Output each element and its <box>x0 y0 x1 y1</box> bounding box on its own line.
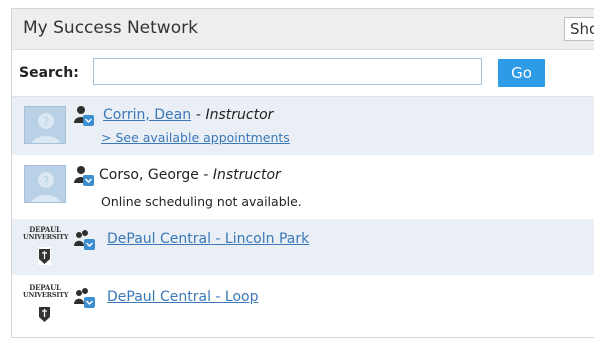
group-options-icon[interactable] <box>74 229 96 251</box>
success-network-panel: My Success Network Sho Search: Go ? Corr… <box>11 8 594 338</box>
search-input[interactable] <box>93 58 482 85</box>
entry-name-link[interactable]: DePaul Central - Loop <box>107 289 259 305</box>
entry-name: Corso, George - Instructor <box>99 167 281 183</box>
svg-text:?: ? <box>43 115 49 129</box>
entry-name-link[interactable]: Corrin, Dean <box>103 107 191 123</box>
depaul-seal-icon <box>38 305 51 323</box>
list-item: ? Corrin, Dean - Instructor > See availa… <box>12 97 594 155</box>
panel-title: My Success Network <box>23 18 198 38</box>
search-bar: Search: Go <box>12 50 594 97</box>
search-label: Search: <box>19 65 79 81</box>
svg-text:?: ? <box>43 174 49 188</box>
see-appointments-link[interactable]: > See available appointments <box>101 130 290 145</box>
person-options-icon[interactable] <box>73 105 95 127</box>
default-avatar-icon: ? <box>25 107 65 143</box>
depaul-logo: DEPAUL UNIVERSITY <box>23 225 68 269</box>
entry-role: - Instructor <box>196 107 274 123</box>
person-options-icon[interactable] <box>73 165 95 187</box>
group-options-icon[interactable] <box>74 287 96 309</box>
show-filter-select[interactable]: Sho <box>564 17 594 41</box>
panel-header: My Success Network Sho <box>12 9 594 50</box>
list-item: DEPAUL UNIVERSITY DePaul Central - Loop <box>12 275 594 335</box>
avatar: ? <box>24 165 66 203</box>
depaul-logo: DEPAUL UNIVERSITY <box>23 283 68 327</box>
scheduling-status: Online scheduling not available. <box>101 194 302 209</box>
avatar: ? <box>24 106 66 144</box>
default-avatar-icon: ? <box>25 166 65 202</box>
list-item: ? Corso, George - Instructor Online sche… <box>12 155 594 219</box>
entry-name-link[interactable]: DePaul Central - Lincoln Park <box>107 231 309 247</box>
list-item: DEPAUL UNIVERSITY DePaul Central - Linco… <box>12 219 594 275</box>
depaul-seal-icon <box>38 247 51 265</box>
go-button[interactable]: Go <box>498 59 545 87</box>
